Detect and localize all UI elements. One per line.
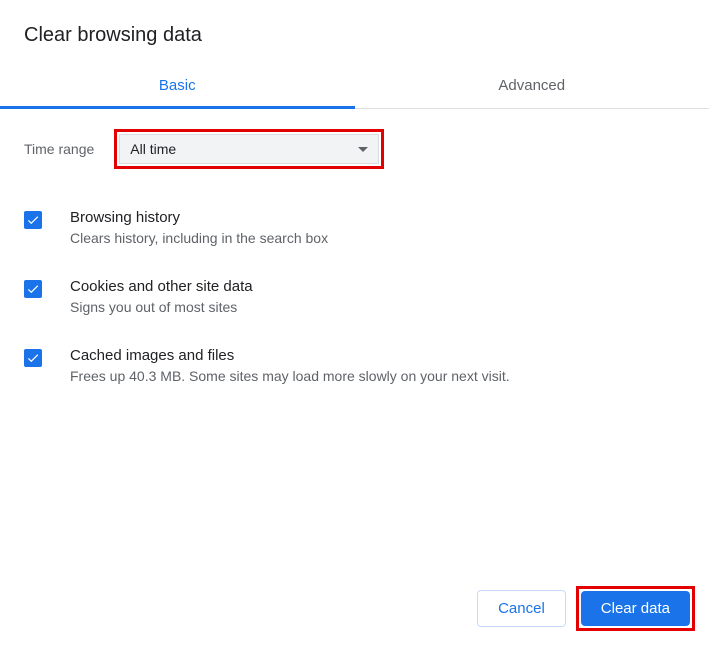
check-icon <box>26 213 40 227</box>
cache-title: Cached images and files <box>70 347 685 364</box>
cookies-title: Cookies and other site data <box>70 278 685 295</box>
checkbox-cookies[interactable] <box>24 280 42 298</box>
cancel-button[interactable]: Cancel <box>477 590 566 627</box>
tab-basic[interactable]: Basic <box>0 63 355 108</box>
time-range-value: All time <box>130 141 176 157</box>
clear-data-highlight: Clear data <box>576 586 695 631</box>
cookies-desc: Signs you out of most sites <box>70 299 685 315</box>
tab-advanced[interactable]: Advanced <box>355 63 709 108</box>
time-range-highlight: All time <box>114 129 384 169</box>
browsing-history-desc: Clears history, including in the search … <box>70 230 685 246</box>
checkbox-cache[interactable] <box>24 349 42 367</box>
time-range-label: Time range <box>24 141 94 157</box>
clear-data-button[interactable]: Clear data <box>581 591 690 626</box>
dialog-title: Clear browsing data <box>24 24 685 47</box>
tabs-container: Basic Advanced <box>0 63 709 109</box>
check-icon <box>26 351 40 365</box>
check-icon <box>26 282 40 296</box>
chevron-down-icon <box>358 147 368 152</box>
browsing-history-title: Browsing history <box>70 209 685 226</box>
checkbox-browsing-history[interactable] <box>24 211 42 229</box>
cache-desc: Frees up 40.3 MB. Some sites may load mo… <box>70 368 685 384</box>
time-range-dropdown[interactable]: All time <box>119 134 379 164</box>
